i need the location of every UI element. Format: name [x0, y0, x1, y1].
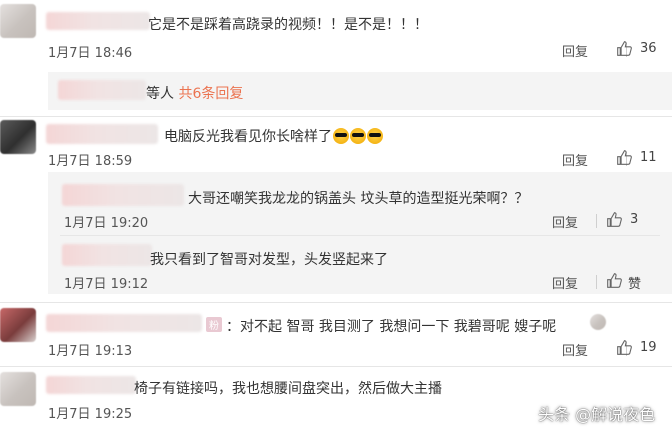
- avatar[interactable]: [0, 308, 36, 342]
- reply-button[interactable]: 回复: [562, 340, 588, 359]
- comment-date: 1月7日 19:25: [48, 407, 133, 422]
- username-blurred[interactable]: [62, 244, 152, 266]
- thumbs-up-icon[interactable]: [616, 149, 633, 166]
- username-blurred[interactable]: [46, 12, 150, 30]
- divider: [596, 275, 597, 289]
- comment-date: 1月7日 18:46: [48, 46, 133, 61]
- comment-text: 电脑反光我看见你长啥样了: [164, 126, 383, 146]
- reply-divider: [60, 235, 660, 236]
- username-blurred[interactable]: [46, 314, 202, 332]
- reply-button[interactable]: 回复: [562, 41, 588, 60]
- username-blurred[interactable]: [46, 124, 158, 144]
- comment-text-body: ：对不起 智哥 我目测了 我想问一下 我碧哥呢 嫂子呢: [226, 319, 557, 335]
- avatar[interactable]: [0, 4, 36, 38]
- reply-text: 大哥还嘲笑我龙龙的锅盖头 坟头草的造型挺光荣啊？？: [188, 191, 529, 207]
- like-count: 36: [640, 41, 657, 56]
- comment-text-body: 电脑反光我看见你长啥样了: [164, 129, 332, 145]
- comment-date: 1月7日 18:59: [48, 154, 133, 169]
- reply-date: 1月7日 19:20: [64, 216, 149, 231]
- avatar[interactable]: [0, 372, 36, 406]
- sunglasses-emoji-icon: [333, 128, 349, 144]
- comment-text: 粉 ：对不起 智哥 我目测了 我想问一下 我碧哥呢 嫂子呢: [206, 316, 556, 336]
- thumbs-up-icon[interactable]: [606, 272, 623, 289]
- divider: [596, 214, 597, 228]
- thumbs-up-icon[interactable]: [606, 211, 623, 228]
- comment-divider: [0, 366, 672, 367]
- comment-text: 它是不是踩着高跷录的视频！！是不是！！！: [148, 17, 428, 33]
- comment-divider: [0, 116, 672, 117]
- reply-text: 我只看到了智哥对发型，头发竖起来了: [150, 252, 388, 268]
- username-blurred[interactable]: [62, 184, 184, 206]
- comment-text: 椅子有链接吗，我也想腰间盘突出，然后做大主播: [134, 381, 442, 397]
- avatar[interactable]: [0, 120, 36, 154]
- more-replies-prefix: 等人: [146, 86, 174, 102]
- username-blurred[interactable]: [46, 376, 136, 394]
- reply-button[interactable]: 回复: [552, 273, 578, 292]
- reply-date: 1月7日 19:12: [64, 277, 149, 292]
- reply-button[interactable]: 回复: [552, 212, 578, 231]
- thumbs-up-icon[interactable]: [616, 339, 633, 356]
- watermark: 头条 @解说夜色: [538, 405, 656, 424]
- thumbs-up-icon[interactable]: [616, 40, 633, 57]
- fan-badge: 粉: [206, 317, 222, 332]
- more-replies-text[interactable]: 等人 共6条回复: [146, 83, 243, 103]
- sunglasses-emoji-icon: [367, 128, 383, 144]
- like-count: 3: [630, 212, 639, 227]
- more-replies-link[interactable]: 共6条回复: [178, 86, 243, 102]
- comment-date: 1月7日 19:13: [48, 344, 133, 359]
- like-label[interactable]: 赞: [628, 273, 641, 292]
- like-count: 19: [640, 340, 657, 355]
- sunglasses-emoji-icon: [350, 128, 366, 144]
- reply-button[interactable]: 回复: [562, 150, 588, 169]
- username-blurred[interactable]: [58, 80, 146, 100]
- comment-divider: [0, 302, 672, 303]
- like-count: 11: [640, 150, 657, 165]
- inline-avatar: [590, 314, 606, 330]
